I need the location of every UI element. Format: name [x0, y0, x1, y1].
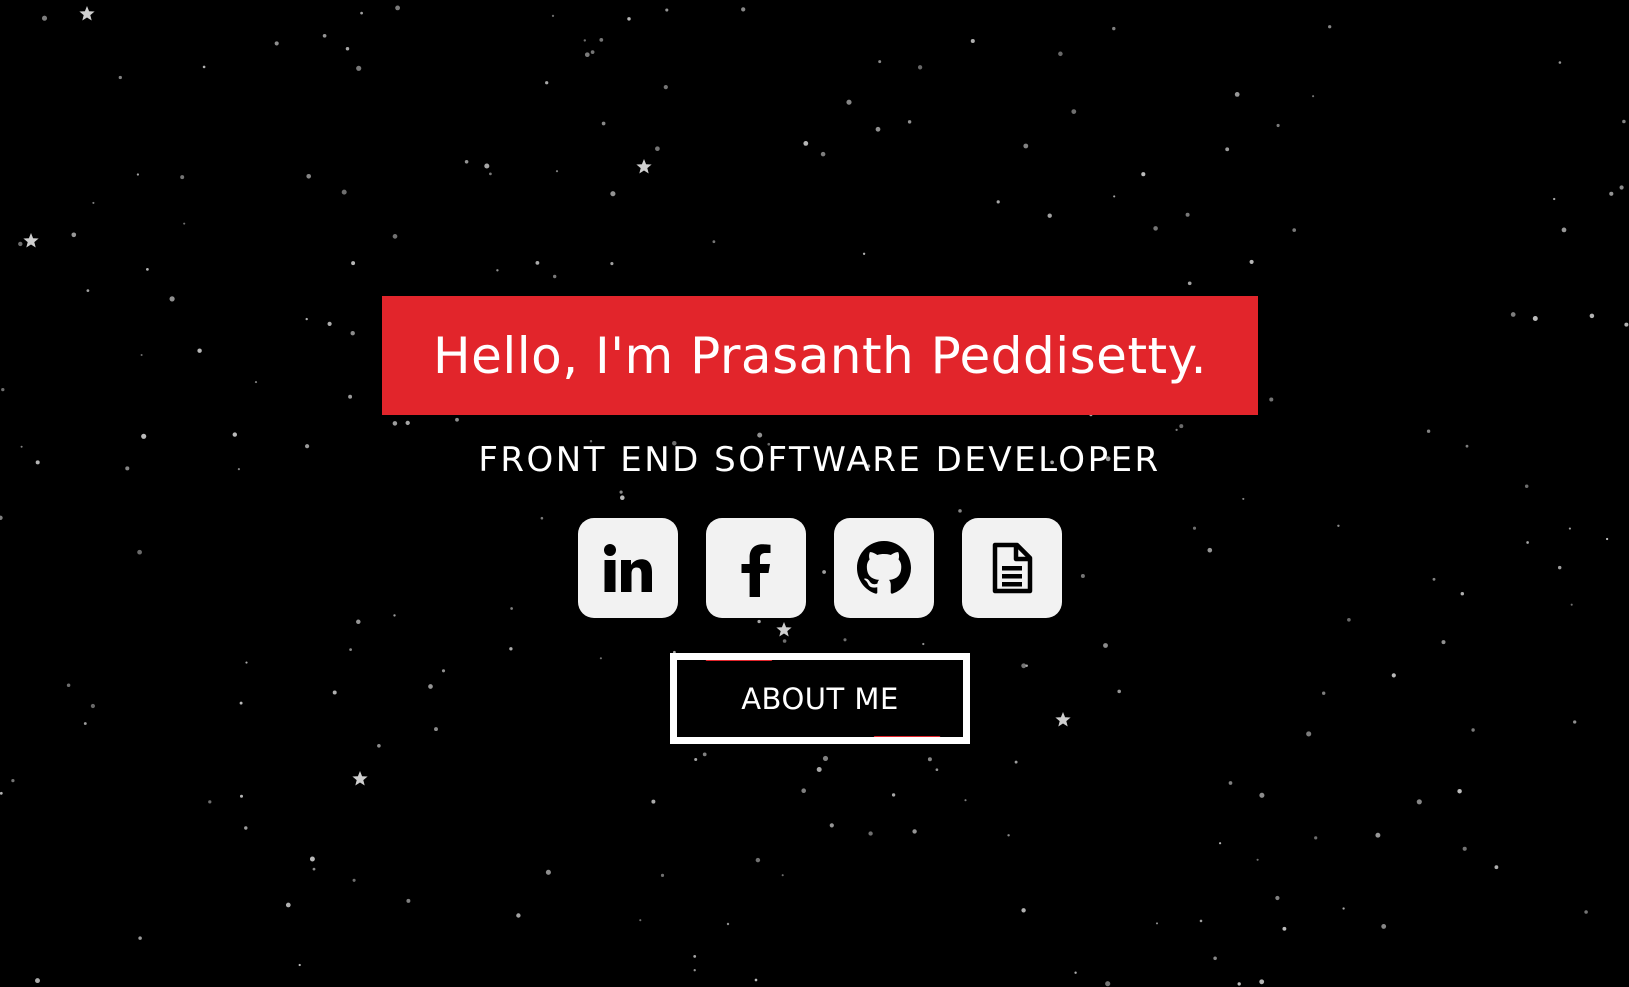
social-links	[578, 518, 1062, 618]
hero-title: Hello, I'm Prasanth Peddisetty.	[432, 326, 1208, 385]
accent-stripe	[873, 736, 947, 737]
facebook-button[interactable]	[706, 518, 806, 618]
resume-button[interactable]	[962, 518, 1062, 618]
github-icon	[857, 541, 911, 594]
hero-subtitle: FRONT END SOFTWARE DEVELOPER	[478, 440, 1161, 480]
about-me-label: ABOUT ME	[741, 681, 899, 716]
accent-stripe	[699, 660, 773, 661]
github-button[interactable]	[834, 518, 934, 618]
hero-section: Hello, I'm Prasanth Peddisetty. FRONT EN…	[0, 0, 1629, 987]
title-banner: Hello, I'm Prasanth Peddisetty.	[382, 296, 1258, 415]
facebook-icon	[741, 544, 771, 597]
linkedin-icon	[604, 544, 652, 592]
resume-document-icon	[992, 542, 1033, 594]
linkedin-button[interactable]	[578, 518, 678, 618]
about-me-button[interactable]: ABOUT ME	[670, 653, 970, 744]
